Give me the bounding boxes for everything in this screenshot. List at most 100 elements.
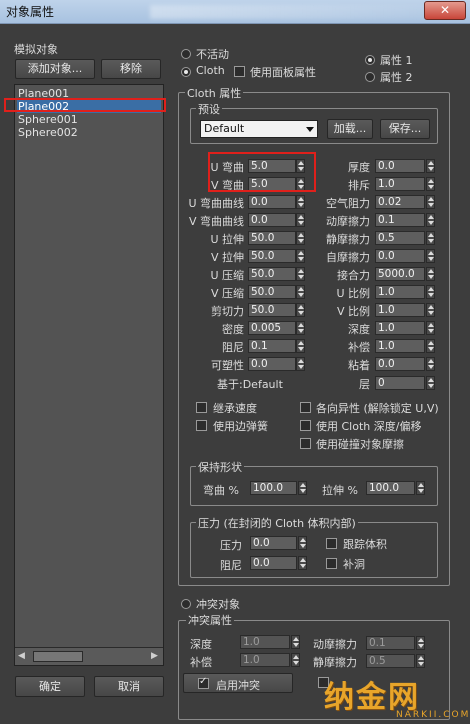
spinner-arrows-icon[interactable] [296, 321, 305, 335]
spinner-arrows-icon[interactable] [296, 213, 305, 227]
use-panel-props-checkbox[interactable] [234, 66, 245, 77]
spinner-arrows-icon[interactable] [291, 635, 300, 649]
scrollbar-thumb[interactable] [33, 651, 83, 662]
v-bend-curve-spinner[interactable]: 0.0 [248, 213, 306, 227]
cling-value[interactable]: 0.0 [375, 357, 425, 371]
v-compress-spinner[interactable]: 50.0 [248, 285, 306, 299]
save-button[interactable]: 保存... [380, 119, 430, 139]
shear-spinner[interactable]: 50.0 [248, 303, 306, 317]
seam-force-spinner[interactable]: 5000.0 [375, 267, 437, 281]
cling-spinner[interactable]: 0.0 [375, 357, 437, 371]
u-scale-value[interactable]: 1.0 [375, 285, 425, 299]
self-friction-value[interactable]: 0.0 [375, 249, 425, 263]
spinner-arrows-icon[interactable] [426, 303, 435, 317]
damping-spinner[interactable]: 0.1 [248, 339, 306, 353]
collision-dyn-friction-spinner[interactable]: 0.1 [366, 636, 426, 650]
u-stretch-value[interactable]: 50.0 [248, 231, 296, 245]
offset-spinner[interactable]: 1.0 [375, 339, 437, 353]
bend-percent-spinner[interactable]: 100.0 [250, 481, 308, 495]
air-resistance-spinner[interactable]: 0.02 [375, 195, 437, 209]
sim-objects-list[interactable]: Plane001 Plane002 Sphere001 Sphere002 ◀ … [14, 84, 164, 666]
offset-value[interactable]: 1.0 [375, 339, 425, 353]
depth-value[interactable]: 1.0 [375, 321, 425, 335]
v-scale-spinner[interactable]: 1.0 [375, 303, 437, 317]
self-friction-spinner[interactable]: 0.0 [375, 249, 437, 263]
seam-force-value[interactable]: 5000.0 [375, 267, 425, 281]
inherit-velocity-checkbox[interactable] [196, 402, 207, 413]
spinner-arrows-icon[interactable] [296, 357, 305, 371]
repulsion-value[interactable]: 1.0 [375, 177, 425, 191]
layer-spinner[interactable]: 0 [375, 376, 437, 390]
collision-dyn-friction-value[interactable]: 0.1 [366, 636, 415, 650]
dyn-friction-value[interactable]: 0.1 [375, 213, 425, 227]
enable-collision-toggle[interactable]: 启用冲突 [183, 673, 293, 693]
v-scale-value[interactable]: 1.0 [375, 303, 425, 317]
anisotropic-checkbox[interactable] [300, 402, 311, 413]
u-compress-spinner[interactable]: 50.0 [248, 267, 306, 281]
spinner-arrows-icon[interactable] [426, 231, 435, 245]
collision-friction-checkbox[interactable] [300, 438, 311, 449]
u-compress-value[interactable]: 50.0 [248, 267, 296, 281]
spinner-arrows-icon[interactable] [416, 654, 425, 668]
collision-object-radio[interactable] [181, 599, 191, 609]
prop2-radio[interactable] [365, 72, 375, 82]
u-bend-curve-spinner[interactable]: 0.0 [248, 195, 306, 209]
spinner-arrows-icon[interactable] [426, 195, 435, 209]
spinner-arrows-icon[interactable] [296, 231, 305, 245]
collision-static-friction-value[interactable]: 0.5 [366, 654, 415, 668]
edge-springs-checkbox[interactable] [196, 420, 207, 431]
scroll-left-icon[interactable]: ◀ [18, 651, 25, 661]
dyn-friction-spinner[interactable]: 0.1 [375, 213, 437, 227]
v-compress-value[interactable]: 50.0 [248, 285, 296, 299]
thickness-spinner[interactable]: 0.0 [375, 159, 437, 173]
spinner-arrows-icon[interactable] [426, 213, 435, 227]
pressure-damping-spinner[interactable]: 0.0 [250, 556, 308, 570]
preset-dropdown[interactable]: Default [200, 120, 318, 138]
repulsion-spinner[interactable]: 1.0 [375, 177, 437, 191]
cloth-radio[interactable] [181, 67, 191, 77]
layer-value[interactable]: 0 [375, 376, 425, 390]
spinner-arrows-icon[interactable] [426, 285, 435, 299]
ok-button[interactable]: 确定 [15, 676, 85, 697]
v-stretch-spinner[interactable]: 50.0 [248, 249, 306, 263]
stretch-percent-spinner[interactable]: 100.0 [366, 481, 426, 495]
scroll-right-icon[interactable]: ▶ [151, 651, 158, 661]
spinner-arrows-icon[interactable] [416, 481, 425, 495]
stretch-percent-value[interactable]: 100.0 [366, 481, 415, 495]
spinner-arrows-icon[interactable] [296, 267, 305, 281]
v-bend-curve-value[interactable]: 0.0 [248, 213, 296, 227]
collision-static-friction-spinner[interactable]: 0.5 [366, 654, 426, 668]
static-friction-spinner[interactable]: 0.5 [375, 231, 437, 245]
cancel-button[interactable]: 取消 [94, 676, 164, 697]
remove-button[interactable]: 移除 [101, 59, 161, 79]
collision-depth-value[interactable]: 1.0 [240, 635, 290, 649]
enable-collision-checkbox[interactable] [198, 676, 209, 689]
v-stretch-value[interactable]: 50.0 [248, 249, 296, 263]
spinner-arrows-icon[interactable] [296, 303, 305, 317]
u-bend-curve-value[interactable]: 0.0 [248, 195, 296, 209]
pressure-damping-value[interactable]: 0.0 [250, 556, 297, 570]
spinner-arrows-icon[interactable] [298, 556, 307, 570]
spinner-arrows-icon[interactable] [426, 249, 435, 263]
collision-offset-spinner[interactable]: 1.0 [240, 653, 302, 667]
bend-percent-value[interactable]: 100.0 [250, 481, 297, 495]
add-object-button[interactable]: 添加对象... [15, 59, 95, 79]
spinner-arrows-icon[interactable] [426, 339, 435, 353]
u-scale-spinner[interactable]: 1.0 [375, 285, 437, 299]
plasticity-spinner[interactable]: 0.0 [248, 357, 306, 371]
spinner-arrows-icon[interactable] [296, 285, 305, 299]
list-horizontal-scrollbar[interactable]: ◀ ▶ [15, 647, 163, 665]
spinner-arrows-icon[interactable] [416, 636, 425, 650]
pressure-spinner[interactable]: 0.0 [250, 536, 308, 550]
spinner-arrows-icon[interactable] [291, 653, 300, 667]
spinner-arrows-icon[interactable] [426, 357, 435, 371]
inactive-radio[interactable] [181, 49, 191, 59]
static-friction-value[interactable]: 0.5 [375, 231, 425, 245]
spinner-arrows-icon[interactable] [298, 536, 307, 550]
spinner-arrows-icon[interactable] [426, 376, 435, 390]
u-stretch-spinner[interactable]: 50.0 [248, 231, 306, 245]
track-volume-checkbox[interactable] [326, 538, 337, 549]
cap-holes-checkbox[interactable] [326, 558, 337, 569]
plasticity-value[interactable]: 0.0 [248, 357, 296, 371]
spinner-arrows-icon[interactable] [426, 321, 435, 335]
